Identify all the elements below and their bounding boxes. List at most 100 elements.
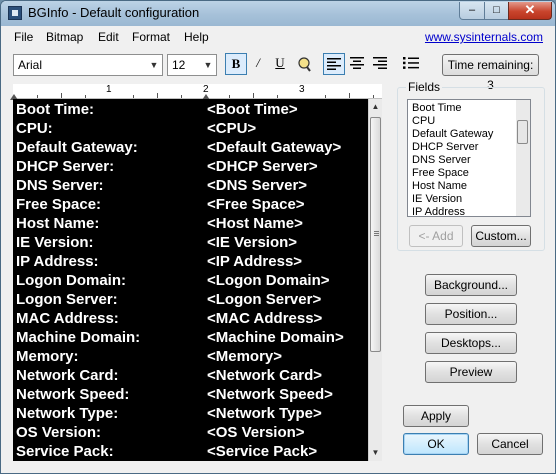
scroll-thumb[interactable] — [517, 120, 528, 144]
editor-line[interactable]: Free Space: <Free Space> — [16, 195, 366, 214]
editor-line[interactable]: Machine Domain: <Machine Domain> — [16, 328, 366, 347]
fields-list-item[interactable]: DHCP Server — [412, 141, 478, 154]
fields-list-item[interactable]: IE Version — [412, 193, 462, 206]
font-size-value: 12 — [172, 58, 186, 72]
editor-line[interactable]: IE Version: <IE Version> — [16, 233, 366, 252]
app-icon[interactable] — [8, 6, 22, 20]
field-token-text: <Memory> — [207, 348, 283, 365]
editor-line[interactable]: CPU: <CPU> — [16, 119, 366, 138]
field-label-text: CPU: — [16, 120, 53, 137]
field-token-text: <CPU> — [207, 120, 257, 137]
menu-file[interactable]: File — [14, 30, 33, 44]
field-token-text: <Logon Domain> — [207, 272, 330, 289]
bullets-button[interactable] — [400, 53, 422, 75]
editor-line[interactable]: Logon Server: <Logon Server> — [16, 290, 366, 309]
field-token-text: <IP Address> — [207, 253, 303, 270]
editor-line[interactable]: Network Card: <Network Card> — [16, 366, 366, 385]
field-token-text: <DNS Server> — [207, 177, 308, 194]
sysinternals-link[interactable]: www.sysinternals.com — [425, 30, 543, 44]
format-toolbar: Arial ▼ 12 ▼ B / U Time remaining: 3 — [1, 49, 555, 92]
fields-list[interactable]: IP Address IE Version Host Name Free Space D… — [407, 99, 531, 217]
bginfo-editor[interactable]: Boot Time: <Boot Time> CPU: <CPU> Default Ga… — [13, 99, 368, 461]
field-token-text: <Host Name> — [207, 215, 303, 232]
font-size-select[interactable]: 12 ▼ — [167, 54, 217, 76]
fields-scrollbar[interactable] — [516, 100, 530, 216]
fields-list-item[interactable]: CPU — [412, 115, 435, 128]
editor-line[interactable]: Boot Time: <Boot Time> — [16, 100, 366, 119]
position-button[interactable]: Position... — [425, 303, 517, 325]
field-label-text: Network Card: — [16, 367, 119, 384]
color-button[interactable] — [293, 53, 315, 75]
field-label-text: Boot Time: — [16, 101, 95, 118]
apply-button[interactable]: Apply — [403, 405, 469, 427]
fields-list-item[interactable]: Free Space — [412, 167, 469, 180]
editor-scrollbar[interactable]: ▲ ▼ — [368, 99, 382, 461]
align-center-icon — [350, 57, 364, 69]
field-label-text: DHCP Server: — [16, 158, 115, 175]
maximize-button[interactable]: □ — [484, 2, 509, 20]
ok-button[interactable]: OK — [403, 433, 469, 455]
minimize-icon: – — [468, 4, 476, 16]
align-center-button[interactable] — [346, 53, 368, 75]
field-label-text: OS Version: — [16, 424, 102, 441]
minimize-button[interactable]: – — [459, 2, 485, 20]
menu-help[interactable]: Help — [184, 30, 209, 44]
editor-line[interactable]: Memory: <Memory> — [16, 347, 366, 366]
scroll-up-icon[interactable]: ▲ — [369, 99, 382, 115]
align-left-button[interactable] — [323, 53, 345, 75]
field-label-text: MAC Address: — [16, 310, 119, 327]
field-label-text: Network Speed: — [16, 386, 130, 403]
fields-list-item[interactable]: Host Name — [412, 180, 467, 193]
maximize-icon: □ — [493, 4, 500, 16]
menu-format[interactable]: Format — [132, 30, 170, 44]
menu-bitmap[interactable]: Bitmap — [46, 30, 83, 44]
fields-list-item[interactable]: DNS Server — [412, 154, 471, 167]
close-button[interactable]: ✕ — [508, 2, 552, 20]
bullet-list-icon — [403, 57, 419, 69]
field-token-text: <MAC Address> — [207, 310, 323, 327]
fields-list-item[interactable]: Default Gateway — [412, 128, 493, 141]
ruler: 1 2 3 — [10, 84, 382, 100]
editor-line[interactable]: Host Name: <Host Name> — [16, 214, 366, 233]
background-button[interactable]: Background... — [425, 274, 517, 296]
editor-line[interactable]: Network Speed: <Network Speed> — [16, 385, 366, 404]
editor-line[interactable]: Service Pack: <Service Pack> — [16, 442, 366, 461]
editor-line[interactable]: IP Address: <IP Address> — [16, 252, 366, 271]
editor-line[interactable]: MAC Address: <MAC Address> — [16, 309, 366, 328]
editor-line[interactable]: Logon Domain: <Logon Domain> — [16, 271, 366, 290]
ruler-label: 3 — [299, 84, 305, 95]
editor-line[interactable]: Default Gateway: <Default Gateway> — [16, 138, 366, 157]
font-select[interactable]: Arial ▼ — [13, 54, 163, 76]
cancel-button[interactable]: Cancel — [477, 433, 543, 455]
underline-icon: U — [275, 55, 285, 70]
editor-line[interactable]: OS Version: <OS Version> — [16, 423, 366, 442]
align-right-button[interactable] — [369, 53, 391, 75]
title-bar[interactable]: BGInfo - Default configuration – □ ✕ — [1, 1, 555, 26]
editor-line[interactable]: DNS Server: <DNS Server> — [16, 176, 366, 195]
bold-label: B — [231, 56, 241, 71]
field-label-text: IP Address: — [16, 253, 99, 270]
scroll-thumb[interactable] — [370, 117, 381, 352]
field-token-text: <Boot Time> — [207, 101, 298, 118]
custom-field-button[interactable]: Custom... — [471, 225, 531, 247]
fields-list-item[interactable]: IP Address — [412, 206, 465, 216]
field-token-text: <DHCP Server> — [207, 158, 318, 175]
preview-button[interactable]: Preview — [425, 361, 517, 383]
editor-line[interactable]: DHCP Server: <DHCP Server> — [16, 157, 366, 176]
time-remaining-button[interactable]: Time remaining: 3 — [442, 54, 539, 92]
scroll-down-icon[interactable]: ▼ — [369, 445, 382, 461]
italic-button[interactable]: / — [247, 53, 269, 75]
menu-edit[interactable]: Edit — [98, 30, 119, 44]
align-left-icon — [327, 58, 341, 70]
field-label-text: Service Pack: — [16, 443, 114, 460]
field-label-text: Network Type: — [16, 405, 119, 422]
bold-button[interactable]: B — [225, 53, 247, 75]
desktops-button[interactable]: Desktops... — [425, 332, 517, 354]
font-value: Arial — [18, 58, 43, 72]
chevron-down-icon: ▼ — [149, 60, 159, 70]
underline-button[interactable]: U — [269, 53, 291, 75]
editor-line[interactable]: Network Type: <Network Type> — [16, 404, 366, 423]
add-field-button[interactable]: <- Add — [409, 225, 463, 247]
field-token-text: <Network Type> — [207, 405, 322, 422]
fields-list-item[interactable]: Boot Time — [412, 102, 462, 115]
